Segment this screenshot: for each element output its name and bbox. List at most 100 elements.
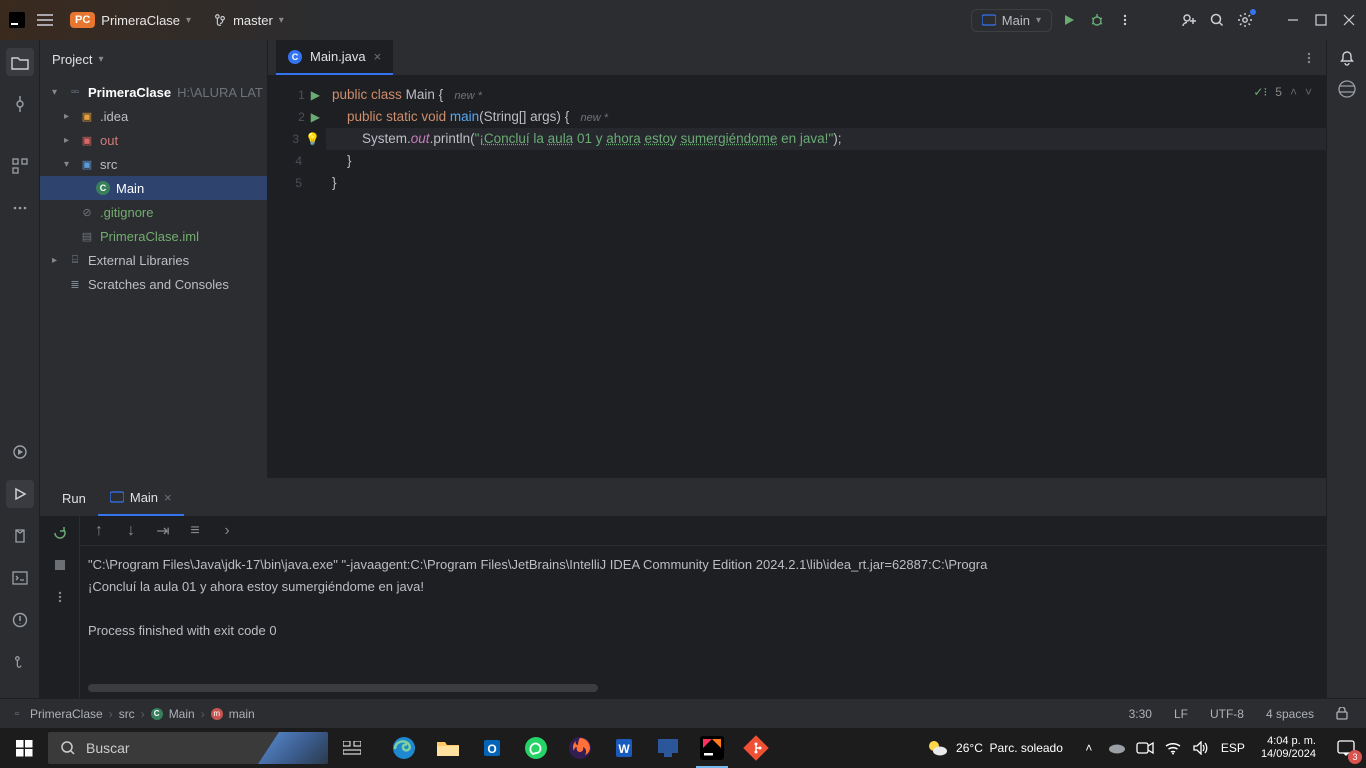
weather-widget[interactable]: 26°C Parc. soleado (916, 737, 1073, 759)
tray-notifications-icon[interactable]: 3 (1328, 728, 1364, 768)
commit-tool-icon[interactable] (6, 90, 34, 118)
structure-tool-icon[interactable] (6, 152, 34, 180)
gutter-line[interactable]: 5 (268, 172, 326, 194)
tree-external[interactable]: ▸⌸External Libraries (40, 248, 267, 272)
chevron-right-icon: ▸ (64, 111, 74, 122)
app-generic-blue[interactable] (646, 728, 690, 768)
tray-language[interactable]: ESP (1217, 728, 1249, 768)
project-tool-header[interactable]: Project ▾ (40, 40, 267, 78)
breadcrumb[interactable]: ▫ PrimeraClase› src› C Main› m main (10, 707, 255, 721)
project-selector[interactable]: PC PrimeraClase ▾ (62, 8, 199, 32)
vcs-tool-icon[interactable] (6, 648, 34, 676)
readonly-icon[interactable] (1328, 707, 1356, 720)
branch-selector[interactable]: master ▾ (205, 9, 292, 32)
tree-main[interactable]: CMain (40, 176, 267, 200)
tray-wifi-icon[interactable] (1161, 728, 1185, 768)
run-gutter-icon[interactable]: ▶ (311, 88, 320, 102)
indent-setting[interactable]: 4 spaces (1258, 707, 1322, 721)
class-icon: C (151, 708, 163, 720)
file-encoding[interactable]: UTF-8 (1202, 707, 1252, 721)
notifications-tool-icon[interactable] (1339, 50, 1355, 66)
project-tool-icon[interactable] (6, 48, 34, 76)
task-view-button[interactable] (328, 728, 376, 768)
search-everywhere-icon[interactable] (1206, 9, 1228, 31)
tree-out[interactable]: ▸▣out (40, 128, 267, 152)
taskbar-search[interactable]: Buscar (48, 732, 328, 764)
run-config-icon (110, 491, 124, 503)
tree-scratches[interactable]: ≣Scratches and Consoles (40, 272, 267, 296)
main-menu-icon[interactable] (34, 9, 56, 31)
soft-wrap-icon[interactable]: ⇥ (154, 522, 172, 540)
tree-gitignore[interactable]: ⊘.gitignore (40, 200, 267, 224)
library-icon: ⌸ (68, 254, 82, 267)
more-tools-icon[interactable] (6, 194, 34, 222)
tree-iml[interactable]: ▤PrimeraClase.iml (40, 224, 267, 248)
minimize-button[interactable] (1282, 9, 1304, 31)
start-button[interactable] (0, 728, 48, 768)
tray-volume-icon[interactable] (1189, 728, 1213, 768)
app-outlook[interactable]: O (470, 728, 514, 768)
maximize-button[interactable] (1310, 9, 1332, 31)
app-whatsapp[interactable] (514, 728, 558, 768)
app-logo-icon[interactable] (6, 9, 28, 31)
stop-button[interactable] (49, 554, 71, 576)
run-config-tab[interactable]: Main × (98, 480, 184, 516)
services-tool-icon[interactable] (6, 438, 34, 466)
caret-position[interactable]: 3:30 (1121, 707, 1160, 721)
ai-tool-icon[interactable] (1338, 80, 1356, 98)
run-more-icon[interactable] (49, 586, 71, 608)
run-tool-window: Run Main × ↑ (40, 478, 1326, 698)
project-tree[interactable]: ▾ ▫▫ PrimeraClase H:\ALURA LAT ▸▣.idea ▸… (40, 78, 267, 478)
gutter-line[interactable]: 4 (268, 150, 326, 172)
bulb-icon[interactable]: 💡 (305, 132, 320, 146)
build-tool-icon[interactable] (6, 522, 34, 550)
close-tab-icon[interactable]: × (374, 49, 382, 64)
run-tool-icon[interactable] (6, 480, 34, 508)
app-edge[interactable] (382, 728, 426, 768)
console-scrollbar[interactable] (88, 684, 598, 692)
settings-icon[interactable] (1234, 9, 1256, 31)
tray-onedrive-icon[interactable] (1105, 728, 1129, 768)
app-intellij[interactable] (690, 728, 734, 768)
close-tab-icon[interactable]: × (164, 490, 172, 505)
more-actions-icon[interactable] (1114, 9, 1136, 31)
app-git[interactable] (734, 728, 778, 768)
gutter-line[interactable]: 1▶ (268, 84, 326, 106)
code-editor[interactable]: ✓⁝ 5 ˄ ˅ 1▶ 2▶ 3💡 4 5 public class (268, 76, 1326, 478)
run-tabs: Run Main × (40, 480, 1326, 516)
tree-root[interactable]: ▾ ▫▫ PrimeraClase H:\ALURA LAT (40, 80, 267, 104)
rerun-button[interactable] (49, 522, 71, 544)
gutter-line[interactable]: 3💡 (268, 128, 326, 150)
run-gutter-icon[interactable]: ▶ (311, 110, 320, 124)
tray-chevron-icon[interactable]: ˄ (1077, 728, 1101, 768)
tray-meet-now-icon[interactable] (1133, 728, 1157, 768)
chevron-right-icon: ▸ (64, 135, 74, 146)
run-config-selector[interactable]: Main ▾ (971, 9, 1052, 32)
gutter-line[interactable]: 2▶ (268, 106, 326, 128)
expand-icon[interactable]: › (218, 522, 236, 540)
line-separator[interactable]: LF (1166, 707, 1196, 721)
app-word[interactable]: W (602, 728, 646, 768)
debug-button[interactable] (1086, 9, 1108, 31)
tray-clock[interactable]: 4:04 p. m. 14/09/2024 (1253, 735, 1324, 761)
run-label: Run (50, 480, 98, 516)
up-stack-icon[interactable]: ↑ (90, 522, 108, 540)
tree-src[interactable]: ▾▣src (40, 152, 267, 176)
gitignore-icon: ⊘ (80, 206, 94, 219)
editor-tab-main[interactable]: C Main.java × (276, 40, 393, 75)
scroll-end-icon[interactable]: ≡ (186, 522, 204, 540)
status-bar: ▫ PrimeraClase› src› C Main› m main 3:30… (0, 698, 1366, 728)
code-content[interactable]: public class Main { new * public static … (326, 76, 1326, 478)
down-stack-icon[interactable]: ↓ (122, 522, 140, 540)
taskbar-apps: O W (382, 728, 778, 768)
run-button[interactable] (1058, 9, 1080, 31)
console-output[interactable]: "C:\Program Files\Java\jdk-17\bin\java.e… (80, 546, 1326, 698)
code-with-me-icon[interactable] (1178, 9, 1200, 31)
close-button[interactable] (1338, 9, 1360, 31)
terminal-tool-icon[interactable] (6, 564, 34, 592)
app-firefox[interactable] (558, 728, 602, 768)
tree-idea[interactable]: ▸▣.idea (40, 104, 267, 128)
problems-tool-icon[interactable] (6, 606, 34, 634)
app-file-explorer[interactable] (426, 728, 470, 768)
tab-menu-icon[interactable] (1292, 40, 1326, 75)
